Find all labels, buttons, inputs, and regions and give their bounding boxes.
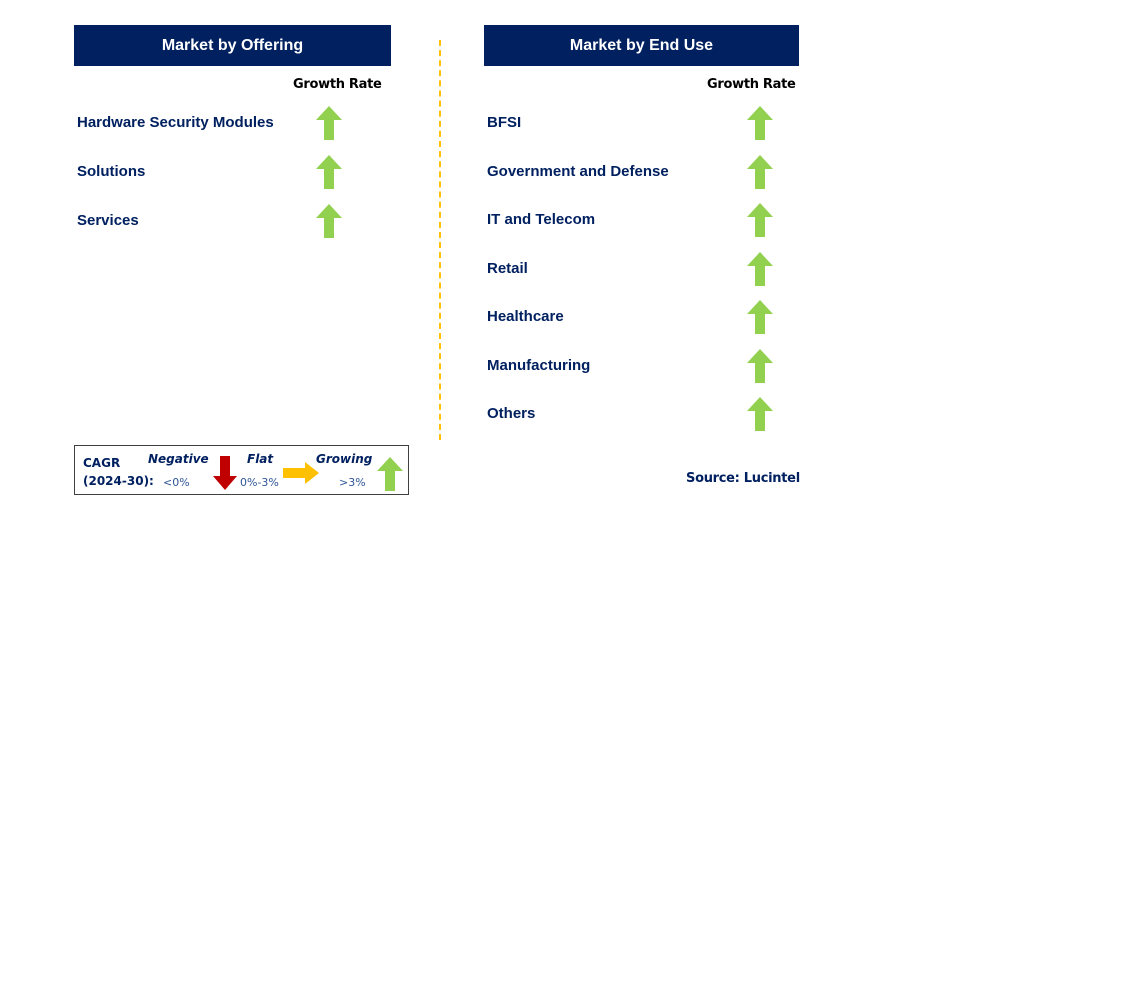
source-label: Source: Lucintel bbox=[686, 471, 800, 486]
segment-label: Manufacturing bbox=[487, 356, 591, 374]
segment-row: Solutions bbox=[77, 155, 346, 191]
offering-growth-rate-label: Growth Rate bbox=[293, 77, 382, 92]
segment-label: Healthcare bbox=[487, 308, 564, 325]
end-use-header: Market by End Use bbox=[484, 25, 799, 66]
legend-cagr-line2: (2024-30): bbox=[83, 474, 154, 488]
end-use-growth-rate-label: Growth Rate bbox=[707, 77, 796, 92]
arrow-up-icon bbox=[377, 457, 403, 491]
segment-row: Healthcare bbox=[487, 300, 777, 336]
growth-up-arrow-icon bbox=[747, 348, 773, 383]
growth-up-arrow-icon bbox=[747, 251, 773, 286]
segment-label: Hardware Security Modules bbox=[77, 114, 274, 131]
growth-up-arrow-icon bbox=[747, 300, 773, 334]
growth-up-arrow-icon bbox=[316, 155, 342, 189]
segment-row: Hardware Security Modules bbox=[77, 106, 346, 142]
segment-row: Others bbox=[487, 397, 777, 433]
legend-flat-label: Flat bbox=[247, 452, 274, 466]
growth-up-arrow-icon bbox=[747, 154, 773, 189]
segment-label: BFSI bbox=[487, 114, 522, 131]
growth-up-arrow-icon bbox=[316, 106, 342, 140]
legend-cagr-label: CAGR (2024-30): bbox=[83, 454, 154, 490]
segment-label: Services bbox=[77, 212, 139, 229]
offering-title: Market by Offering bbox=[161, 36, 304, 54]
legend-growing-label: Growing bbox=[316, 452, 373, 466]
offering-header: Market by Offering bbox=[74, 25, 391, 66]
legend-cagr-line1: CAGR bbox=[83, 456, 121, 470]
segment-label: Solutions bbox=[77, 163, 146, 180]
growth-up-arrow-icon bbox=[316, 204, 342, 238]
segment-label: Government and Defense bbox=[487, 162, 669, 180]
arrow-down-icon bbox=[213, 456, 237, 490]
legend-flat-range: 0%-3% bbox=[240, 476, 279, 489]
legend-negative-range: <0% bbox=[163, 476, 190, 489]
segment-row: IT and Telecom bbox=[487, 203, 777, 239]
end-use-title: Market by End Use bbox=[569, 36, 714, 54]
segment-row: Government and Defense bbox=[487, 154, 777, 191]
section-divider bbox=[439, 40, 441, 440]
legend-growing-range: >3% bbox=[339, 476, 366, 489]
segment-row: Services bbox=[77, 204, 346, 240]
growth-up-arrow-icon bbox=[747, 106, 773, 140]
arrow-right-icon bbox=[283, 462, 319, 484]
segment-label: Retail bbox=[487, 259, 528, 277]
legend-negative-label: Negative bbox=[148, 452, 209, 466]
segment-label: Others bbox=[487, 405, 536, 422]
cagr-legend: CAGR (2024-30): Negative <0% Flat 0%-3% … bbox=[74, 445, 409, 495]
segment-row: BFSI bbox=[487, 106, 777, 142]
segment-row: Retail bbox=[487, 251, 777, 288]
growth-up-arrow-icon bbox=[747, 397, 773, 431]
segment-row: Manufacturing bbox=[487, 348, 777, 385]
growth-up-arrow-icon bbox=[747, 203, 773, 237]
segment-label: IT and Telecom bbox=[487, 211, 596, 228]
